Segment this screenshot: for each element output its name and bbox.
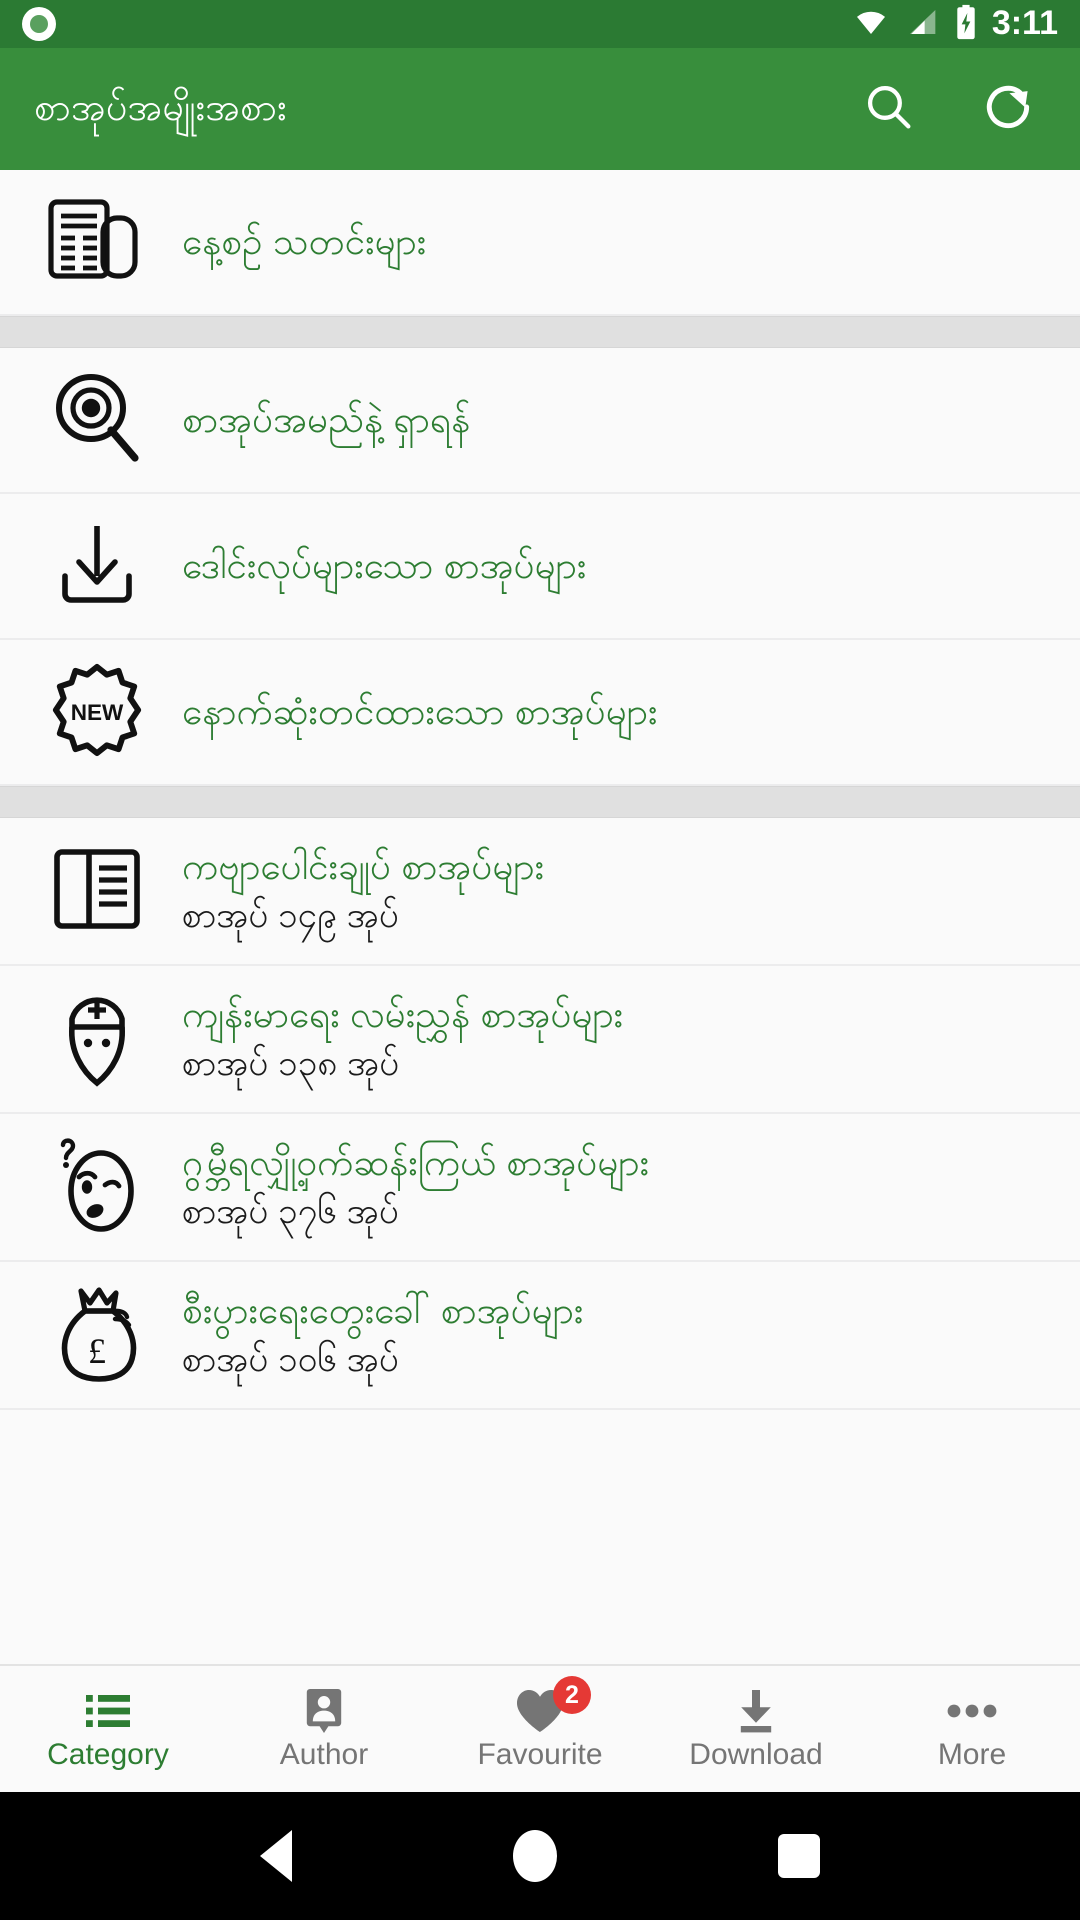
- icon-cell: NEW: [34, 661, 160, 764]
- back-triangle-icon[interactable]: [260, 1830, 293, 1882]
- text-cell: နေ့စဉ် သတင်းများ: [160, 217, 1080, 267]
- nav-item-author[interactable]: Author: [216, 1666, 432, 1792]
- eye-search-icon: [47, 368, 147, 473]
- list-item-title: ကျန်းမာရေး လမ်းညွှန် စာအုပ်များ: [182, 993, 624, 1035]
- list-item[interactable]: ဒေါင်းလုပ်များသော စာအုပ်များ: [0, 494, 1080, 640]
- list-item-title: စာအုပ်အမည်နဲ့ ရှာရန်: [182, 399, 471, 441]
- search-icon[interactable]: [862, 80, 916, 139]
- status-bar: 3:11: [0, 0, 1080, 48]
- list-item[interactable]: £ စီးပွားရေးတွေးခေါ် စာအုပ်များ စာအုပ် ၁…: [0, 1262, 1080, 1410]
- list-item-subtitle: စာအုပ် ၁၃၈ အုပ်: [182, 1044, 400, 1084]
- list-item-subtitle: စာအုပ် ၃၇၆ အုပ်: [182, 1192, 399, 1232]
- nav-label-favourite: Favourite: [477, 1738, 603, 1771]
- nav-label-more: More: [937, 1738, 1007, 1771]
- person-card-icon: [304, 1688, 344, 1734]
- list-bullet-icon: [84, 1688, 132, 1734]
- download-icon: [734, 1688, 778, 1734]
- open-book-icon: [51, 846, 143, 937]
- list-item[interactable]: NEW နောက်ဆုံးတင်ထားသော စာအုပ်များ: [0, 640, 1080, 786]
- heart-icon: 2: [515, 1676, 591, 1734]
- list-item[interactable]: နေ့စဉ် သတင်းများ: [0, 170, 1080, 316]
- battery-charging-icon: [953, 4, 979, 45]
- favourite-badge: 2: [553, 1676, 591, 1714]
- status-bar-right: 3:11: [851, 4, 1058, 45]
- mystery-face-icon: [51, 1135, 143, 1240]
- list-item-subtitle: စာအုပ် ၁၀၆ အုပ်: [182, 1340, 399, 1380]
- more-dots-icon: [946, 1688, 998, 1734]
- icon-cell: [34, 516, 160, 617]
- system-navigation-bar: [0, 1792, 1080, 1920]
- nav-label-author: Author: [279, 1738, 369, 1771]
- list-item-title: ဂွမ္ဘီရလျှို့ဝှက်ဆန်းကြယ် စာအုပ်များ: [182, 1141, 649, 1183]
- nav-label-category: Category: [47, 1738, 169, 1771]
- icon-cell: [34, 846, 160, 937]
- category-list[interactable]: နေ့စဉ် သတင်းများ စာအုပ်အမည်နဲ့ ရှာရန် ဒေ…: [0, 170, 1080, 1664]
- list-item-title: နောက်ဆုံးတင်ထားသော စာအုပ်များ: [182, 691, 658, 733]
- text-cell: ကျန်းမာရေး လမ်းညွှန် စာအုပ်များ စာအုပ် ၁…: [160, 990, 1080, 1088]
- download-tray-icon: [49, 516, 145, 617]
- page-title: စာအုပ်အမျိုးအစား: [34, 87, 287, 130]
- list-item-title: နေ့စဉ် သတင်းများ: [182, 221, 427, 263]
- doctor-head-icon: [56, 987, 138, 1092]
- money-bag-icon: £: [53, 1283, 141, 1388]
- list-item[interactable]: ကဗျာပေါင်းချုပ် စာအုပ်များ စာအုပ် ၁၄၉ အု…: [0, 818, 1080, 966]
- nav-item-download[interactable]: Download: [648, 1666, 864, 1792]
- text-cell: စီးပွားရေးတွေးခေါ် စာအုပ်များ စာအုပ် ၁၀၆…: [160, 1286, 1080, 1384]
- icon-cell: [34, 195, 160, 290]
- status-bar-left: [22, 7, 56, 41]
- text-cell: ဂွမ္ဘီရလျှို့ဝှက်ဆန်းကြယ် စာအုပ်များ စာအ…: [160, 1138, 1080, 1236]
- icon-cell: [34, 987, 160, 1092]
- icon-cell: [34, 368, 160, 473]
- cell-signal-icon: [904, 6, 940, 43]
- list-item-subtitle: စာအုပ် ၁၄၉ အုပ်: [182, 896, 399, 936]
- nav-label-download: Download: [689, 1738, 823, 1771]
- refresh-icon[interactable]: [980, 79, 1036, 140]
- svg-text:£: £: [88, 1331, 106, 1371]
- app-root: 3:11 စာအုပ်အမျိုးအစား နေ့စဉ် သတင်းများ စ…: [0, 0, 1080, 1920]
- text-cell: ဒေါင်းလုပ်များသော စာအုပ်များ: [160, 541, 1080, 591]
- nav-item-category[interactable]: Category: [0, 1666, 216, 1792]
- list-item[interactable]: စာအုပ်အမည်နဲ့ ရှာရန်: [0, 348, 1080, 494]
- nav-item-more[interactable]: More: [864, 1666, 1080, 1792]
- home-circle-icon[interactable]: [512, 1830, 557, 1882]
- circle-record-icon: [22, 7, 56, 41]
- list-item-title: ဒေါင်းလုပ်များသော စာအုပ်များ: [182, 545, 587, 587]
- recents-square-icon[interactable]: [777, 1834, 820, 1878]
- new-burst-icon: NEW: [48, 661, 146, 764]
- app-bar: စာအုပ်အမျိုးအစား: [0, 48, 1080, 170]
- list-item[interactable]: ဂွမ္ဘီရလျှို့ဝှက်ဆန်းကြယ် စာအုပ်များ စာအ…: [0, 1114, 1080, 1262]
- app-bar-actions: [862, 79, 1046, 140]
- list-item[interactable]: ကျန်းမာရေး လမ်းညွှန် စာအုပ်များ စာအုပ် ၁…: [0, 966, 1080, 1114]
- newspaper-icon: [45, 195, 149, 290]
- text-cell: နောက်ဆုံးတင်ထားသော စာအုပ်များ: [160, 687, 1080, 737]
- wifi-icon: [851, 6, 891, 43]
- status-bar-clock: 3:11: [991, 4, 1058, 42]
- bottom-navigation-bar: Category Author 2 Favourite Download Mor…: [0, 1664, 1080, 1792]
- svg-text:NEW: NEW: [71, 699, 124, 724]
- nav-item-favourite[interactable]: 2 Favourite: [432, 1666, 648, 1792]
- text-cell: ကဗျာပေါင်းချုပ် စာအုပ်များ စာအုပ် ၁၄၉ အု…: [160, 842, 1080, 940]
- text-cell: စာအုပ်အမည်နဲ့ ရှာရန်: [160, 395, 1080, 445]
- section-divider: [0, 786, 1080, 818]
- list-item-title: ကဗျာပေါင်းချုပ် စာအုပ်များ: [182, 845, 544, 887]
- icon-cell: £: [34, 1283, 160, 1388]
- list-item-title: စီးပွားရေးတွေးခေါ် စာအုပ်များ: [182, 1289, 584, 1331]
- section-divider: [0, 316, 1080, 348]
- icon-cell: [34, 1135, 160, 1240]
